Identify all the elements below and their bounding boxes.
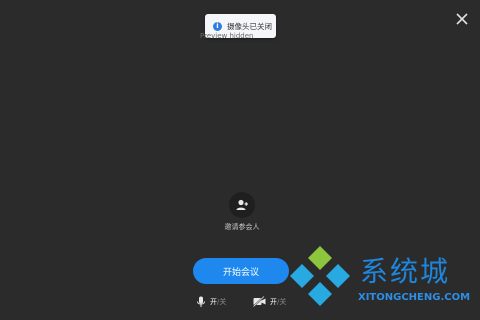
microphone-toggle[interactable]: 开 / 关 (196, 296, 226, 308)
watermark-english-text: XITONGCHENG.COM (358, 292, 471, 303)
mic-on-label: 开 (210, 298, 217, 306)
camera-off-icon (253, 296, 266, 307)
microphone-icon (197, 296, 205, 307)
invite-label: 邀请参会人 (224, 223, 260, 231)
info-icon: i (213, 21, 222, 31)
invite-circle (229, 192, 255, 218)
camera-toggle[interactable]: 开 / 关 (253, 296, 286, 307)
add-user-icon (236, 199, 248, 210)
invite-participants-button[interactable]: 邀请参会人 (222, 192, 262, 232)
close-icon (456, 13, 468, 25)
background-caption: Preview hidden (200, 32, 254, 40)
mic-off-label: 关 (219, 298, 227, 306)
start-meeting-button[interactable]: 开始会议 (193, 258, 289, 284)
close-button[interactable] (452, 9, 472, 29)
toast-message: 摄像头已关闭 (227, 21, 272, 31)
camera-on-label: 开 (270, 297, 277, 306)
camera-off-label: 关 (279, 297, 287, 306)
watermark-chinese-text: 系统城 (360, 255, 451, 288)
